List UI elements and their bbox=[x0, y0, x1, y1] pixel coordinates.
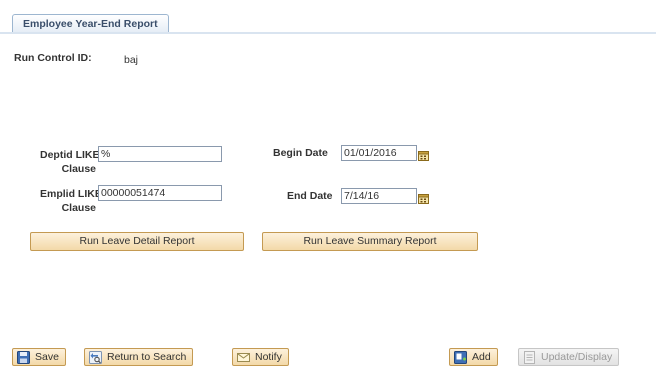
tab-underline bbox=[0, 32, 656, 34]
add-button[interactable]: Add bbox=[449, 348, 498, 366]
update-display-button: Update/Display bbox=[518, 348, 620, 366]
deptid-like-input[interactable] bbox=[98, 146, 222, 162]
notify-button[interactable]: Notify bbox=[232, 348, 289, 366]
notify-button-label: Notify bbox=[255, 351, 282, 363]
emplid-like-clause-label: Emplid LIKE Clause bbox=[40, 187, 102, 215]
page-tab-strip: Employee Year-End Report bbox=[0, 8, 656, 34]
tab-employee-year-end-report[interactable]: Employee Year-End Report bbox=[12, 14, 169, 34]
return-to-search-label: Return to Search bbox=[107, 351, 187, 363]
emplid-label-line2: Clause bbox=[61, 202, 96, 214]
emplid-label-line1: Emplid LIKE bbox=[40, 188, 102, 200]
save-icon bbox=[17, 350, 30, 364]
update-display-icon bbox=[523, 350, 536, 364]
run-leave-detail-report-button[interactable]: Run Leave Detail Report bbox=[30, 232, 244, 251]
return-to-search-icon bbox=[89, 350, 102, 364]
add-icon bbox=[454, 350, 467, 364]
deptid-label-line2: Clause bbox=[61, 163, 96, 175]
run-leave-summary-report-button[interactable]: Run Leave Summary Report bbox=[262, 232, 478, 251]
update-display-label: Update/Display bbox=[541, 351, 613, 363]
begin-date-input[interactable] bbox=[341, 145, 417, 161]
save-button-label: Save bbox=[35, 351, 59, 363]
emplid-like-input[interactable] bbox=[98, 185, 222, 201]
begin-date-label: Begin Date bbox=[273, 147, 328, 159]
save-button[interactable]: Save bbox=[12, 348, 66, 366]
notify-icon bbox=[237, 351, 250, 364]
run-control-id-label: Run Control ID: bbox=[14, 52, 92, 64]
deptid-like-clause-label: Deptid LIKE Clause bbox=[40, 148, 100, 176]
begin-date-calendar-icon[interactable] bbox=[418, 148, 429, 161]
return-to-search-button[interactable]: Return to Search bbox=[84, 348, 194, 366]
deptid-label-line1: Deptid LIKE bbox=[40, 149, 100, 161]
add-button-label: Add bbox=[472, 351, 491, 363]
end-date-label: End Date bbox=[287, 190, 333, 202]
end-date-input[interactable] bbox=[341, 188, 417, 204]
end-date-calendar-icon[interactable] bbox=[418, 191, 429, 204]
run-control-id-value: baj bbox=[124, 54, 139, 66]
